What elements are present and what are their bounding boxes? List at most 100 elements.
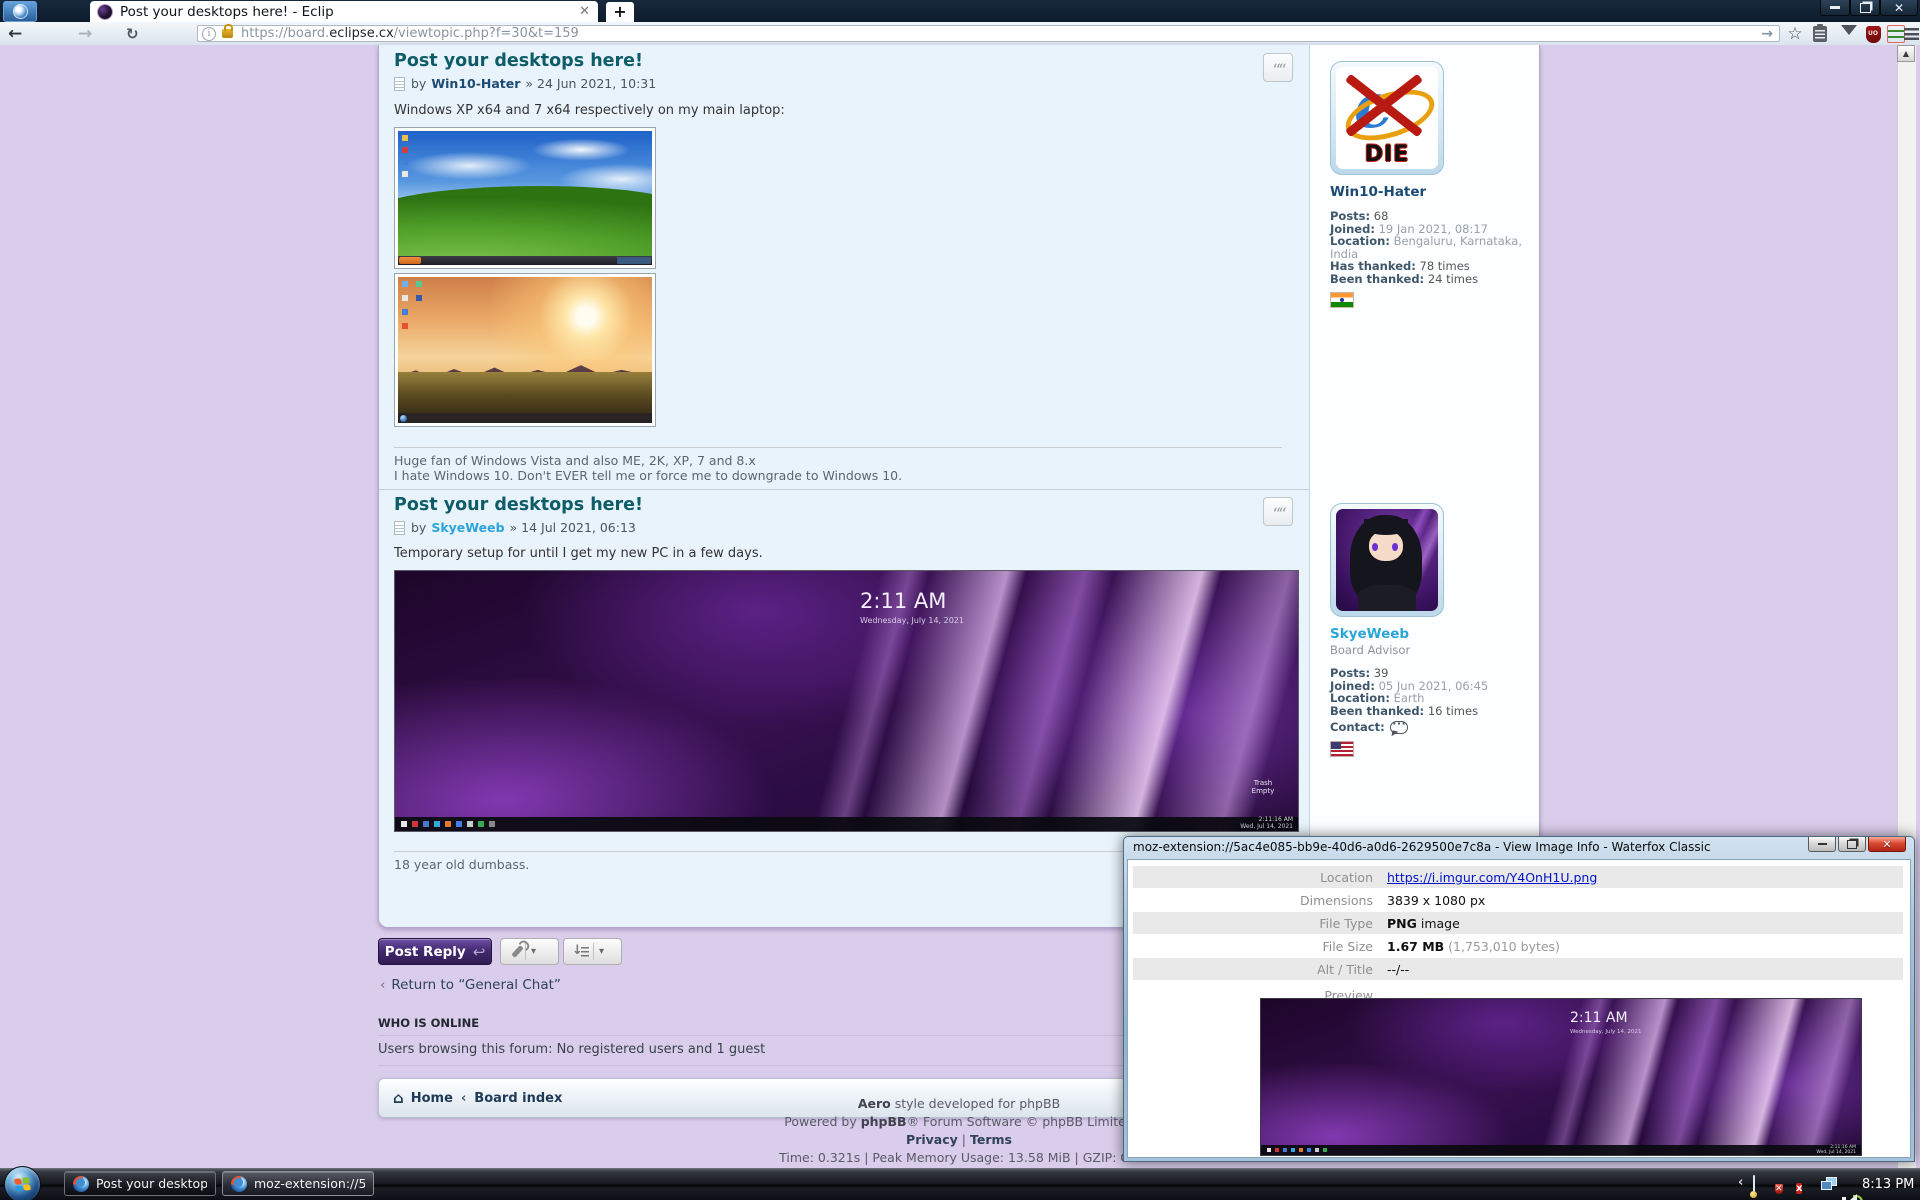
browser-tab-bar: Post your desktops here! - Eclip ✕ + ✕ bbox=[0, 0, 1920, 22]
screenshot-taskbar: 2:11:16 AMWed, Jul 14, 2021 bbox=[395, 817, 1298, 831]
post-profile-column: e DIE Win10-Hater Posts: 68 Joined: 19 J… bbox=[1310, 45, 1539, 927]
image-location-link[interactable]: https://i.imgur.com/Y4OnH1U.png bbox=[1387, 870, 1597, 885]
post-icon[interactable] bbox=[394, 77, 405, 91]
page-info-icon[interactable]: i bbox=[202, 27, 216, 41]
avatar[interactable] bbox=[1330, 503, 1444, 617]
post-separator bbox=[379, 489, 1309, 490]
bookmark-star-icon[interactable]: ☆ bbox=[1785, 24, 1805, 44]
start-button[interactable] bbox=[4, 1166, 41, 1200]
quote-button[interactable] bbox=[1263, 53, 1293, 82]
close-icon: ✕ bbox=[1882, 838, 1891, 851]
info-row-file-type: File Type PNG image bbox=[1133, 912, 1903, 934]
profile-row: Been thanked: 24 times bbox=[1330, 273, 1526, 286]
contact-row: Contact: bbox=[1330, 720, 1526, 734]
tray-expand-chevron[interactable]: ‹ bbox=[1738, 1175, 1743, 1190]
url-bar[interactable]: i https://board.eclipse.cx/viewtopic.php… bbox=[197, 25, 1780, 42]
ublock-origin-icon[interactable] bbox=[1863, 24, 1883, 44]
quote-button[interactable] bbox=[1263, 497, 1293, 526]
profile-row: Been thanked: 16 times bbox=[1330, 705, 1526, 718]
chevron-down-icon[interactable]: ▾ bbox=[599, 946, 604, 957]
forward-button[interactable]: → bbox=[78, 23, 92, 45]
red-x-tray-icon[interactable]: x bbox=[1796, 1176, 1812, 1192]
topic-tools-button[interactable]: ▾ bbox=[500, 938, 559, 965]
user-profile: e DIE Win10-Hater Posts: 68 Joined: 19 J… bbox=[1330, 61, 1526, 308]
windows-update-tray-icon[interactable] bbox=[1753, 1176, 1769, 1192]
go-arrow-icon[interactable]: → bbox=[1761, 26, 1773, 42]
security-alert-tray-icon[interactable]: ✕ bbox=[1775, 1176, 1791, 1192]
image-preview[interactable]: 2:11 AM Wednesday, July 14, 2021 2:11:16… bbox=[1260, 998, 1862, 1156]
tab-close-icon[interactable]: ✕ bbox=[579, 4, 590, 19]
dialog-content: Location https://i.imgur.com/Y4OnH1U.png… bbox=[1127, 859, 1911, 1158]
ssl-padlock-icon bbox=[222, 29, 233, 38]
screenshot-taskbar: 2:11:16 AMWed, Jul 14, 2021 bbox=[1261, 1145, 1861, 1155]
dialog-title: moz-extension://5ac4e085-bb9e-40d6-a0d6-… bbox=[1133, 840, 1804, 854]
chevron-down-icon[interactable]: ▾ bbox=[531, 946, 536, 957]
attachment-image-purple-desktop[interactable]: 2:11 AM Wednesday, July 14, 2021 Trash E… bbox=[394, 570, 1299, 832]
screenshot-tray-clock: 2:11:16 AMWed, Jul 14, 2021 bbox=[1240, 817, 1293, 831]
shield-icon bbox=[1866, 26, 1881, 43]
post-byline: by SkyeWeeb » 14 Jul 2021, 06:13 bbox=[394, 520, 636, 535]
sort-icon bbox=[572, 944, 590, 959]
post-title[interactable]: Post your desktops here! bbox=[394, 495, 643, 515]
avatar[interactable]: e DIE bbox=[1330, 61, 1444, 175]
post-signature: Huge fan of Windows Vista and also ME, 2… bbox=[394, 453, 902, 483]
downloads-button[interactable] bbox=[1838, 24, 1860, 44]
window-close-button[interactable]: ✕ bbox=[1880, 0, 1918, 16]
screenshot-taskbar-icons bbox=[401, 821, 407, 827]
taskbar-button-forum[interactable]: Post your desktops ... bbox=[64, 1171, 216, 1196]
post-body: Temporary setup for until I get my new P… bbox=[394, 546, 763, 561]
attachment-image-xp[interactable] bbox=[394, 127, 656, 269]
attachment-image-win7[interactable] bbox=[394, 273, 656, 427]
screenshot-clock: 2:11 AM Wednesday, July 14, 2021 bbox=[860, 589, 964, 625]
author-link[interactable]: SkyeWeeb bbox=[431, 520, 504, 535]
sort-display-button[interactable]: ▾ bbox=[563, 938, 622, 965]
maximize-icon bbox=[1847, 840, 1857, 849]
xp-desktop-thumbnail bbox=[398, 131, 652, 265]
privacy-link[interactable]: Privacy bbox=[906, 1132, 958, 1147]
post-icon[interactable] bbox=[394, 521, 405, 535]
purple-desktop-screenshot: 2:11 AM Wednesday, July 14, 2021 Trash E… bbox=[395, 571, 1298, 831]
refresh-button[interactable]: ↻ bbox=[126, 23, 139, 45]
minimize-icon bbox=[1830, 6, 1840, 9]
browser-tab[interactable]: Post your desktops here! - Eclip ✕ bbox=[90, 1, 598, 22]
terms-link[interactable]: Terms bbox=[970, 1132, 1012, 1147]
forum-posts-panel: Post your desktops here! by Win10-Hater … bbox=[378, 45, 1540, 928]
url-text[interactable]: https://board.eclipse.cx/viewtopic.php?f… bbox=[241, 26, 1761, 41]
menu-button[interactable] bbox=[1902, 24, 1920, 44]
window-restore-button[interactable] bbox=[1850, 0, 1880, 16]
volume-tray-icon[interactable] bbox=[1841, 1192, 1857, 1200]
back-button[interactable]: ← bbox=[8, 23, 22, 45]
reading-list-icon[interactable] bbox=[1810, 24, 1830, 44]
window-minimize-button[interactable] bbox=[1820, 0, 1850, 16]
win7-taskbar bbox=[398, 413, 652, 423]
profile-row: Location: Bengaluru, Karnataka, India bbox=[1330, 235, 1526, 260]
user-profile: SkyeWeeb Board Advisor Posts: 39 Joined:… bbox=[1330, 503, 1526, 757]
chevron-left-icon: ‹ bbox=[380, 977, 385, 993]
dialog-minimize-button[interactable] bbox=[1808, 837, 1836, 852]
restore-icon bbox=[1860, 3, 1871, 13]
dialog-close-button[interactable]: ✕ bbox=[1868, 837, 1906, 852]
post-body: Windows XP x64 and 7 x64 respectively on… bbox=[394, 103, 785, 118]
anime-avatar bbox=[1336, 509, 1438, 611]
waterfox-app-button[interactable] bbox=[3, 1, 37, 22]
author-link[interactable]: Win10-Hater bbox=[431, 76, 520, 91]
phpbb-link[interactable]: phpBB bbox=[861, 1114, 907, 1129]
desktop: { "browser": { "tab_title": "Post your d… bbox=[0, 0, 1920, 1200]
hamburger-icon bbox=[1904, 28, 1919, 40]
post-byline: by Win10-Hater » 24 Jun 2021, 10:31 bbox=[394, 76, 656, 91]
post-title[interactable]: Post your desktops here! bbox=[394, 51, 643, 71]
username-link[interactable]: Win10-Hater bbox=[1330, 184, 1526, 200]
minimize-icon bbox=[1818, 843, 1827, 846]
network-tray-icon[interactable] bbox=[1821, 1176, 1837, 1192]
new-tab-button[interactable]: + bbox=[606, 2, 634, 22]
view-image-info-dialog[interactable]: moz-extension://5ac4e085-bb9e-40d6-a0d6-… bbox=[1123, 836, 1915, 1162]
pm-speech-bubble-icon[interactable] bbox=[1390, 721, 1408, 734]
win7-desktop-thumbnail bbox=[398, 277, 652, 423]
post-reply-button[interactable]: Post Reply↩ bbox=[378, 938, 492, 965]
username-link[interactable]: SkyeWeeb bbox=[1330, 626, 1526, 642]
dialog-maximize-button[interactable] bbox=[1838, 837, 1866, 852]
taskbar-clock[interactable]: 8:13 PM bbox=[1862, 1177, 1914, 1192]
return-to-forum-link[interactable]: ‹Return to “General Chat” bbox=[380, 977, 561, 993]
taskbar-button-image-info[interactable]: moz-extension://5a... bbox=[222, 1171, 374, 1196]
scrollbar-up-button[interactable]: ▲ bbox=[1897, 45, 1915, 62]
